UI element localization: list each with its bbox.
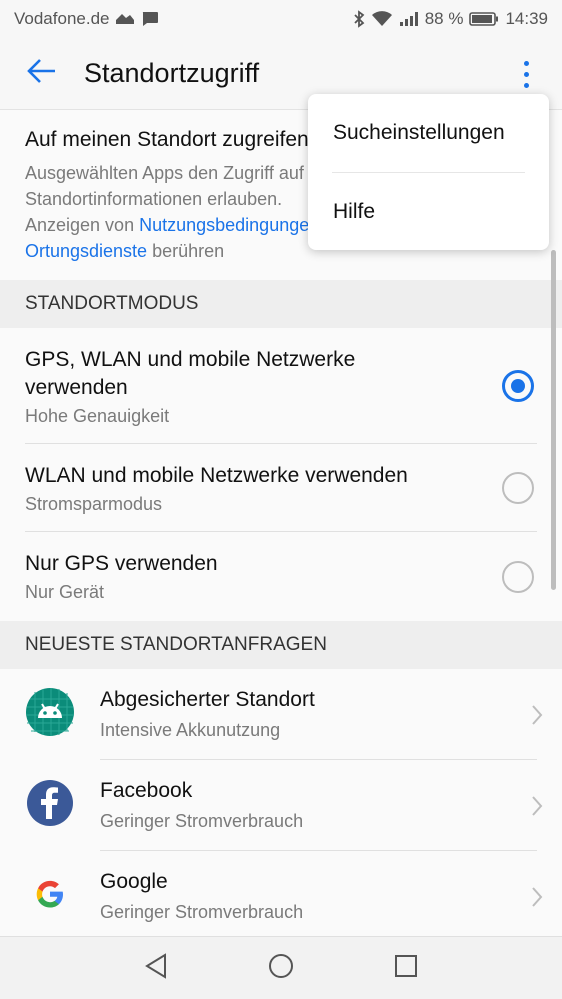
android-icon <box>25 687 75 742</box>
signal-icon <box>399 11 419 27</box>
nav-recents-icon[interactable] <box>393 953 419 984</box>
status-left: Vodafone.de <box>14 9 159 29</box>
mode-option-sub: Stromsparmodus <box>25 493 163 514</box>
clock: 14:39 <box>505 9 548 28</box>
overflow-menu: Sucheinstellungen Hilfe <box>308 94 549 250</box>
status-bar: Vodafone.de 88 % 14:39 <box>0 0 562 38</box>
battery-icon <box>469 11 499 27</box>
section-header-recent-requests: NEUESTE STANDORTANFRAGEN <box>0 621 562 669</box>
app-sub: Geringer Stromverbrauch <box>100 902 304 922</box>
app-item-facebook[interactable]: Facebook Geringer Stromverbrauch <box>0 760 562 851</box>
menu-item-search-settings[interactable]: Sucheinstellungen <box>308 94 549 172</box>
terms-link[interactable]: Nutzungsbedingungen <box>139 215 319 235</box>
mode-option-label: WLAN und mobile Netzwerke verwenden <box>25 463 408 487</box>
chevron-right-icon <box>512 886 562 908</box>
mode-option-sub: Nur Gerät <box>25 582 105 602</box>
page-title: Standortzugriff <box>84 58 260 88</box>
mode-option-device-only[interactable]: Nur GPS verwenden Nur Gerät <box>0 532 562 621</box>
more-options-button[interactable] <box>506 50 546 98</box>
bluetooth-icon <box>353 10 365 28</box>
notification-icon <box>115 12 135 26</box>
carrier-label: Vodafone.de <box>14 9 110 28</box>
menu-item-help[interactable]: Hilfe <box>308 173 549 251</box>
message-icon <box>141 11 159 27</box>
app-item-secure-location[interactable]: Abgesicherter Standort Intensive Akkunut… <box>0 669 562 760</box>
location-services-link[interactable]: Ortungsdienste <box>25 241 147 261</box>
status-right: 88 % 14:39 <box>353 9 548 29</box>
mode-option-battery-saving[interactable]: WLAN und mobile Netzwerke verwenden Stro… <box>0 444 562 532</box>
nav-back-icon[interactable] <box>143 952 169 985</box>
radio-unselected-icon[interactable] <box>502 472 534 504</box>
back-button[interactable] <box>0 38 84 110</box>
mode-option-label-cont: verwenden <box>25 375 128 399</box>
radio-selected-icon[interactable] <box>502 370 534 402</box>
app-name: Google <box>100 870 168 893</box>
scrollbar[interactable] <box>551 250 556 590</box>
app-sub: Geringer Stromverbrauch <box>100 811 304 831</box>
wifi-icon <box>371 11 393 27</box>
nav-home-icon[interactable] <box>267 952 295 985</box>
navigation-bar <box>0 936 562 999</box>
chevron-right-icon <box>512 704 562 726</box>
app-name: Facebook <box>100 779 193 802</box>
more-vert-icon <box>523 60 529 66</box>
google-icon <box>33 877 67 916</box>
app-sub: Intensive Akkunutzung <box>100 720 281 740</box>
back-arrow-icon <box>27 58 57 89</box>
section-header-location-mode: STANDORTMODUS <box>0 280 562 328</box>
mode-option-sub: Hohe Genauigkeit <box>25 405 170 426</box>
radio-unselected-icon[interactable] <box>502 560 534 593</box>
mode-option-high-accuracy[interactable]: GPS, WLAN und mobile Netzwerke verwenden… <box>0 328 562 444</box>
facebook-icon <box>26 779 74 832</box>
mode-option-label: Nur GPS verwenden <box>25 552 218 575</box>
app-name: Abgesicherter Standort <box>100 688 315 711</box>
mode-option-label: GPS, WLAN und mobile Netzwerke <box>25 347 356 371</box>
app-item-google[interactable]: Google Geringer Stromverbrauch <box>0 851 562 942</box>
chevron-right-icon <box>512 795 562 817</box>
battery-percent: 88 % <box>424 9 464 28</box>
